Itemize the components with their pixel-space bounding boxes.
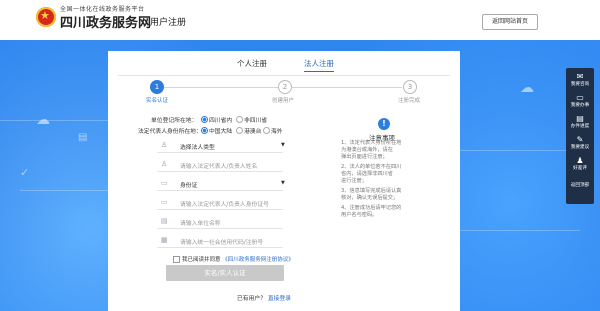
person-icon: ♟ [576, 156, 584, 165]
step-1-indicator: 1 [150, 80, 164, 94]
sidebar-label: 我要咨询 [570, 82, 590, 87]
agreement-link[interactable]: 《四川政务服务网注册协议》 [222, 257, 294, 263]
chevron-down-icon[interactable]: ▼ [281, 180, 285, 186]
sidebar-label: 办件进度 [570, 124, 590, 129]
step-connector [164, 87, 278, 88]
sidebar-item-progress[interactable]: ▤ 办件进度 [566, 114, 594, 129]
user-icon: ♙ [161, 160, 168, 168]
step-3-indicator: 3 [403, 80, 417, 94]
sidebar-label: 返回顶部 [570, 183, 590, 188]
sidebar-label: 好差评 [573, 166, 587, 171]
notice-line: 1、法定代表人身份所在地 [341, 140, 402, 146]
progress-icon: ▤ [576, 114, 584, 123]
login-line: 已有用户？ 直接登录 [237, 293, 291, 302]
sidebar-label: 我要建议 [570, 145, 590, 150]
radio-hmt-label[interactable]: 港澳台 [244, 126, 261, 135]
document-icon: ▤ [78, 132, 88, 143]
home-button[interactable]: 返回网站首页 [482, 14, 538, 30]
legal-name-placeholder[interactable]: 请输入法定代表人/负责人姓名 [180, 161, 257, 170]
company-name-placeholder[interactable]: 请输入单位名称 [180, 218, 221, 227]
agree-prefix: 我已阅读并同意 [182, 257, 221, 263]
check-icon: ✓ [20, 166, 30, 179]
login-prompt: 已有用户？ [237, 296, 266, 302]
radio-mainland-label[interactable]: 中国大陆 [209, 126, 232, 135]
notice-line: 核对，确认无误后提交； [341, 195, 399, 201]
sidebar-item-consult[interactable]: ✉ 我要咨询 [566, 72, 594, 87]
step-2-label: 创建用户 [272, 98, 295, 104]
monitor-icon: ▭ [576, 93, 584, 102]
decor-line [0, 120, 108, 121]
notice-line: 进行注册； [341, 178, 367, 184]
page-title: 用户注册 [150, 18, 187, 28]
step-2-indicator: 2 [278, 80, 292, 94]
portal-name[interactable]: 四川政务服务网 [60, 12, 151, 31]
id-type-select[interactable] [157, 177, 283, 191]
radio-mainland[interactable] [201, 127, 208, 134]
notice-line: 为港澳台或海外，请在 [341, 147, 393, 153]
radio-overseas[interactable] [263, 127, 270, 134]
chat-icon: ✉ [576, 72, 584, 81]
user-icon: ♙ [161, 141, 168, 149]
tab-legal[interactable]: 法人注册 [304, 58, 334, 72]
exclamation-icon: ! [378, 118, 390, 130]
decor-line [460, 230, 580, 231]
reg-place-label: 单位登记所在地： [151, 118, 198, 124]
notice-line: 3、信息填写完成后请认真 [341, 188, 402, 194]
sidebar-item-top[interactable]: 返回顶部 [566, 182, 594, 188]
legal-type-select[interactable] [157, 139, 283, 153]
cloud-icon: ☁ [520, 80, 534, 96]
pencil-icon: ✎ [576, 135, 584, 144]
building-icon: ▤ [161, 217, 168, 225]
radio-sichuan-label[interactable]: 四川省内 [209, 115, 232, 124]
legal-type-value[interactable]: 选择法人类型 [180, 142, 215, 151]
cloud-icon: ☁ [36, 112, 50, 128]
id-number-placeholder[interactable]: 请输入法定代表人/负责人身份证号 [180, 199, 269, 208]
notice-line: 2、法人的单位若不在四川 [341, 164, 402, 170]
radio-overseas-label[interactable]: 海外 [271, 126, 283, 135]
notice-line: 省内，请选择非四川省 [341, 171, 393, 177]
sidebar-item-evaluate[interactable]: ♟ 好差评 [566, 156, 594, 171]
sidebar-label: 我要办事 [570, 103, 590, 108]
decor-line [460, 150, 566, 151]
sidebar-item-handle[interactable]: ▭ 我要办事 [566, 93, 594, 108]
id-card-icon: ▭ [161, 198, 168, 206]
id-type-value[interactable]: 身份证 [180, 180, 197, 189]
notice-line: 4、注册成功后请牢记您的 [341, 205, 402, 211]
decor-line [20, 190, 108, 191]
chevron-down-icon[interactable]: ▼ [281, 142, 285, 148]
agree-checkbox[interactable] [173, 256, 180, 263]
register-tabs: 个人注册 法人注册 [108, 58, 460, 74]
agree-text: 我已阅读并同意 《四川政务服务网注册协议》 [182, 255, 294, 263]
radio-sichuan[interactable] [201, 116, 208, 123]
legal-place-label: 法定代表人身份所在地： [138, 129, 202, 135]
submit-button[interactable]: 实名/实人认证 [166, 265, 284, 281]
step-3-label: 注册完成 [398, 98, 421, 104]
step-1-label: 实名认证 [146, 98, 169, 104]
radio-non-sichuan-label[interactable]: 非四川省 [244, 115, 267, 124]
step-connector [292, 87, 402, 88]
tabs-divider [118, 75, 450, 76]
radio-hmt[interactable] [236, 127, 243, 134]
login-link[interactable]: 直接登录 [268, 296, 291, 302]
notice-line: 弹出页面进行注册； [341, 154, 388, 160]
site-header: ★ 全国一体化在线政务服务平台 四川政务服务网 用户注册 返回网站首页 [0, 0, 600, 40]
national-emblem-icon: ★ [36, 7, 56, 27]
notice-line: 用户名与密码。 [341, 212, 378, 218]
tab-personal[interactable]: 个人注册 [237, 58, 267, 69]
credit-code-placeholder[interactable]: 请输入统一社会信用代码/注册号 [180, 237, 263, 246]
sidebar-item-suggest[interactable]: ✎ 我要建议 [566, 135, 594, 150]
id-card-icon: ▭ [161, 179, 168, 187]
credit-code-icon: ▦ [161, 236, 168, 244]
radio-non-sichuan[interactable] [236, 116, 243, 123]
